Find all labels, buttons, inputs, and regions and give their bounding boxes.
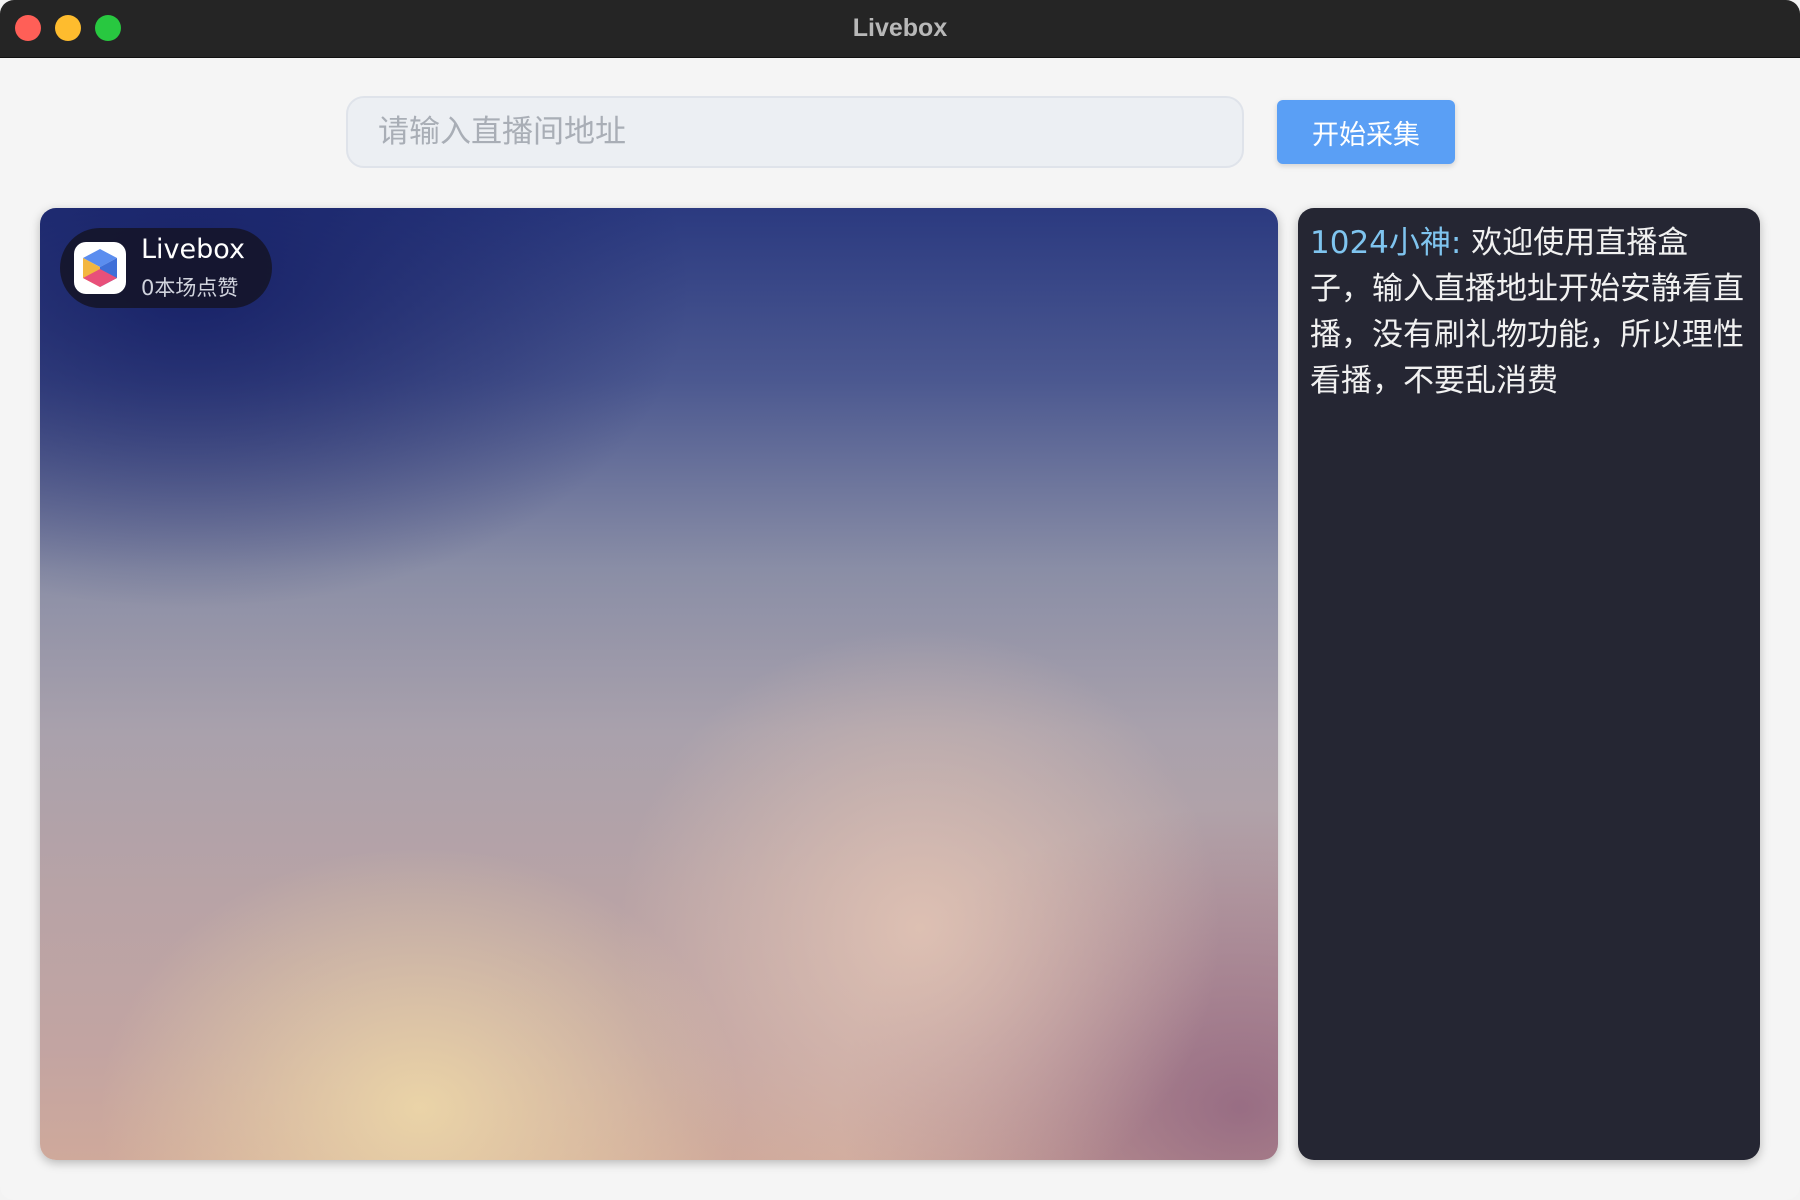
like-counter: 0本场点赞 bbox=[141, 272, 238, 302]
chat-username: 1024小神: bbox=[1310, 225, 1462, 261]
video-player[interactable]: Livebox 0本场点赞 bbox=[40, 208, 1278, 1160]
streamer-name: Livebox bbox=[141, 234, 245, 265]
start-collect-button[interactable]: 开始采集 bbox=[1277, 100, 1455, 164]
chat-panel[interactable]: 1024小神: 欢迎使用直播盒子，输入直播地址开始安静看直播，没有刷礼物功能，所… bbox=[1298, 208, 1760, 1160]
window-title: Livebox bbox=[852, 14, 948, 42]
streamer-badge: Livebox 0本场点赞 bbox=[60, 228, 272, 308]
like-count: 0 bbox=[141, 276, 155, 300]
like-label: 本场点赞 bbox=[154, 276, 239, 300]
chat-message: 1024小神: 欢迎使用直播盒子，输入直播地址开始安静看直播，没有刷礼物功能，所… bbox=[1310, 220, 1748, 404]
live-room-url-input[interactable] bbox=[346, 96, 1244, 168]
title-bar[interactable]: Livebox bbox=[0, 0, 1800, 58]
livebox-cube-icon bbox=[74, 242, 126, 294]
app-window: Livebox 开始采集 Livebox 0本场点赞 1024小神: 欢迎使用直… bbox=[0, 0, 1800, 1200]
